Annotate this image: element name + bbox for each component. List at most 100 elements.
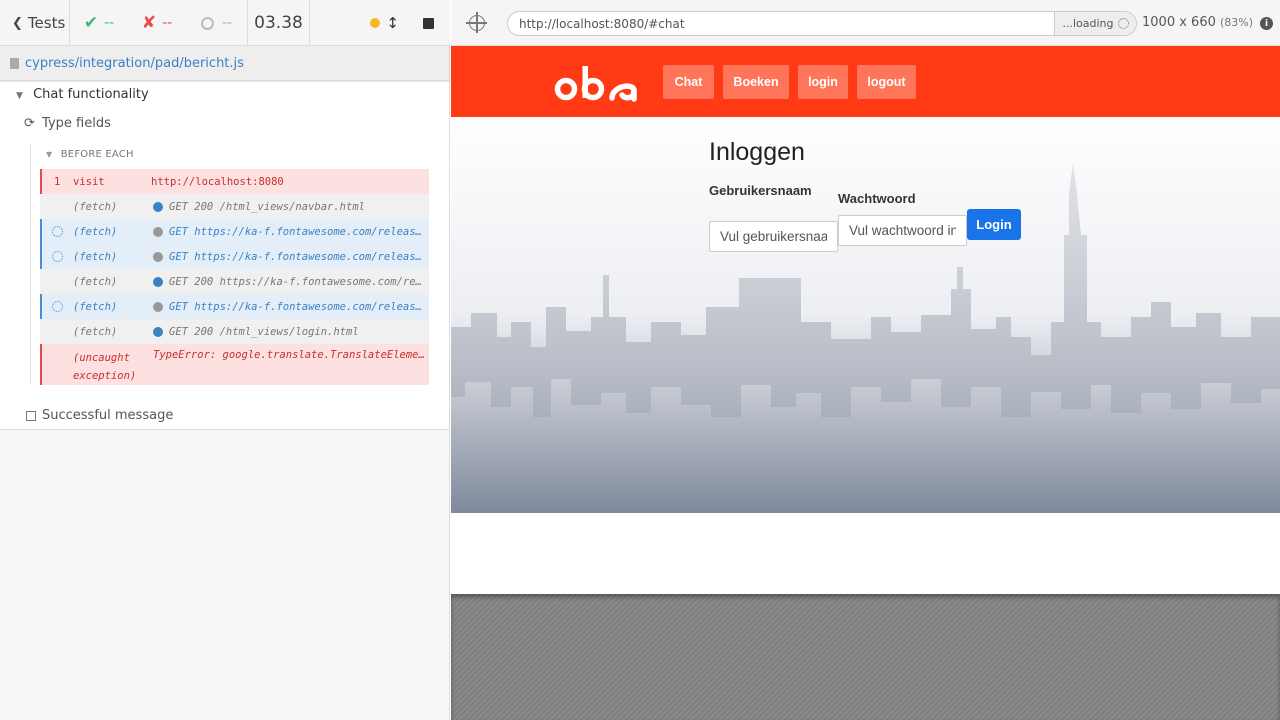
chevron-left-icon: ❮ xyxy=(12,15,23,31)
command-name: (fetch) xyxy=(73,225,118,238)
command-log: 1 visit http://localhost:8080 (fetch) GET 20… xyxy=(40,169,429,385)
command-name: visit xyxy=(73,175,105,188)
suite-title: Chat functionality xyxy=(33,87,149,102)
viewport-size-info[interactable]: 1000 x 660 (83%) xyxy=(1142,15,1253,30)
auto-scroll-toggle[interactable]: ↕ xyxy=(370,14,399,32)
oba-logo xyxy=(554,66,637,102)
password-input[interactable] xyxy=(838,215,967,246)
nav-boeken-button[interactable]: Boeken xyxy=(723,65,789,99)
selector-playground-crosshair-icon[interactable] xyxy=(466,12,487,33)
command-name: (fetch) xyxy=(73,325,118,338)
command-message-text: GET https://ka-f.fontawesome.com/release… xyxy=(169,250,425,263)
spec-file-link[interactable]: cypress/integration/pad/bericht.js xyxy=(0,46,449,81)
page-title: Inloggen xyxy=(709,138,805,166)
loading-spinner-icon xyxy=(1117,18,1129,29)
command-message: GET https://ka-f.fontawesome.com/release… xyxy=(153,226,425,238)
command-message-text: GET 200 /html_views/login.html xyxy=(169,325,359,338)
command-number: 1 xyxy=(54,175,61,188)
app-under-test-frame: Chat Boeken login logout Inloggen Gebrui… xyxy=(451,46,1280,594)
url-text: http://localhost:8080/#chat xyxy=(519,16,685,31)
url-display: http://localhost:8080/#chat ...loading xyxy=(507,11,1137,36)
command-message-text: GET https://ka-f.fontawesome.com/release… xyxy=(169,300,425,313)
command-row[interactable]: (fetch) GET 200 /html_views/login.html xyxy=(40,319,429,344)
viewport-scale: (83%) xyxy=(1220,16,1254,29)
pending-value: -- xyxy=(221,15,233,31)
command-row[interactable]: (fetch) GET 200 https://ka-f.fontawesome.… xyxy=(40,269,429,294)
loading-indicator: ...loading xyxy=(1054,12,1136,35)
failed-count: ✘ -- xyxy=(128,0,186,46)
command-row[interactable]: (fetch) GET https://ka-f.fontawesome.com/… xyxy=(40,294,429,319)
hook-indent-line xyxy=(30,144,31,384)
command-row[interactable]: (fetch) GET https://ka-f.fontawesome.com/… xyxy=(40,244,429,269)
run-controls: ↕ xyxy=(310,0,450,46)
info-icon[interactable]: i xyxy=(1260,17,1273,30)
viewport-dimensions: 1000 x 660 xyxy=(1142,15,1216,30)
tests-back-button[interactable]: ❮ Tests xyxy=(0,0,70,46)
pending-square-icon xyxy=(26,410,36,421)
run-duration: 03.38 xyxy=(248,0,310,46)
pending-spinner-icon xyxy=(52,251,63,262)
suite-row[interactable]: ▼ Chat functionality xyxy=(16,87,149,102)
command-row[interactable]: (fetch) GET 200 /html_views/navbar.html xyxy=(40,194,429,219)
status-dot-icon xyxy=(153,301,163,312)
suite-panel: ▼ Chat functionality ⟳ Type fields ▼ BEF… xyxy=(0,82,449,430)
command-message-text: GET https://ka-f.fontawesome.com/release… xyxy=(169,225,425,238)
passed-count: ✔ -- xyxy=(70,0,128,46)
failed-value: -- xyxy=(162,15,173,31)
reporter-stats-bar: ❮ Tests ✔ -- ✘ -- -- 03.38 ↕ xyxy=(0,0,450,46)
command-name: (uncaught exception) xyxy=(73,352,137,382)
file-icon xyxy=(10,57,19,69)
nav-chat-button[interactable]: Chat xyxy=(663,65,714,99)
status-dot-icon xyxy=(153,326,163,337)
command-row[interactable]: (fetch) GET https://ka-f.fontawesome.com/… xyxy=(40,219,429,244)
nav-login-button[interactable]: login xyxy=(798,65,848,99)
status-dot-icon xyxy=(153,276,163,287)
status-dot-icon xyxy=(153,251,163,262)
command-name: (fetch) xyxy=(73,275,118,288)
test-title: Successful message xyxy=(42,408,174,423)
stop-icon[interactable] xyxy=(423,17,434,29)
running-status-icon xyxy=(370,18,381,28)
command-message: GET 200 https://ka-f.fontawesome.com/rel… xyxy=(153,276,425,288)
pending-circle-icon xyxy=(200,16,214,30)
command-message: http://localhost:8080 xyxy=(151,176,425,188)
command-message: GET 200 /html_views/login.html xyxy=(153,326,425,338)
passed-value: -- xyxy=(104,15,115,31)
pending-count: -- xyxy=(186,0,248,46)
password-label: Wachtwoord xyxy=(838,191,916,206)
loading-label: ...loading xyxy=(1062,17,1114,30)
reporter-panel: ❮ Tests ✔ -- ✘ -- -- 03.38 ↕ cypress/int… xyxy=(0,0,450,720)
runner-url-bar: http://localhost:8080/#chat ...loading 1… xyxy=(451,0,1280,46)
status-dot-icon xyxy=(153,226,163,237)
city-skyline-background xyxy=(451,117,1280,513)
command-name: (fetch) xyxy=(73,200,118,213)
aut-runner: http://localhost:8080/#chat ...loading 1… xyxy=(451,0,1280,720)
command-row[interactable]: (uncaught exception) TypeError: google.tr… xyxy=(40,344,429,385)
command-row[interactable]: 1 visit http://localhost:8080 xyxy=(40,169,429,194)
test-row-type-fields[interactable]: ⟳ Type fields xyxy=(24,116,111,131)
hook-title: BEFORE EACH xyxy=(60,149,134,160)
test-row-successful-message[interactable]: Successful message xyxy=(26,408,173,423)
updown-arrow-icon: ↕ xyxy=(386,14,399,32)
tests-label: Tests xyxy=(27,14,66,32)
command-message-text: http://localhost:8080 xyxy=(151,175,284,188)
cypress-runner-window: ❮ Tests ✔ -- ✘ -- -- 03.38 ↕ cypress/int… xyxy=(0,0,1280,720)
caret-down-icon: ▼ xyxy=(46,150,53,159)
command-message: GET 200 /html_views/navbar.html xyxy=(153,201,425,213)
username-label: Gebruikersnaam xyxy=(709,183,812,198)
cross-icon: ✘ xyxy=(141,13,157,33)
command-message: GET https://ka-f.fontawesome.com/release… xyxy=(153,251,425,263)
viewport-padding-area xyxy=(451,594,1280,720)
hook-header[interactable]: ▼ BEFORE EACH xyxy=(46,149,134,160)
command-name: (fetch) xyxy=(73,250,118,263)
command-message: GET https://ka-f.fontawesome.com/release… xyxy=(153,301,425,313)
spec-path: cypress/integration/pad/bericht.js xyxy=(25,55,244,71)
login-submit-button[interactable]: Login xyxy=(967,209,1021,240)
username-input[interactable] xyxy=(709,221,838,252)
running-refresh-icon: ⟳ xyxy=(24,116,35,131)
nav-logout-button[interactable]: logout xyxy=(857,65,916,99)
command-message-text: TypeError: google.translate.TranslateEle… xyxy=(153,349,425,361)
check-icon: ✔ xyxy=(83,13,99,33)
caret-down-icon: ▼ xyxy=(16,91,23,101)
command-message: TypeError: google.translate.TranslateEle… xyxy=(153,349,425,361)
